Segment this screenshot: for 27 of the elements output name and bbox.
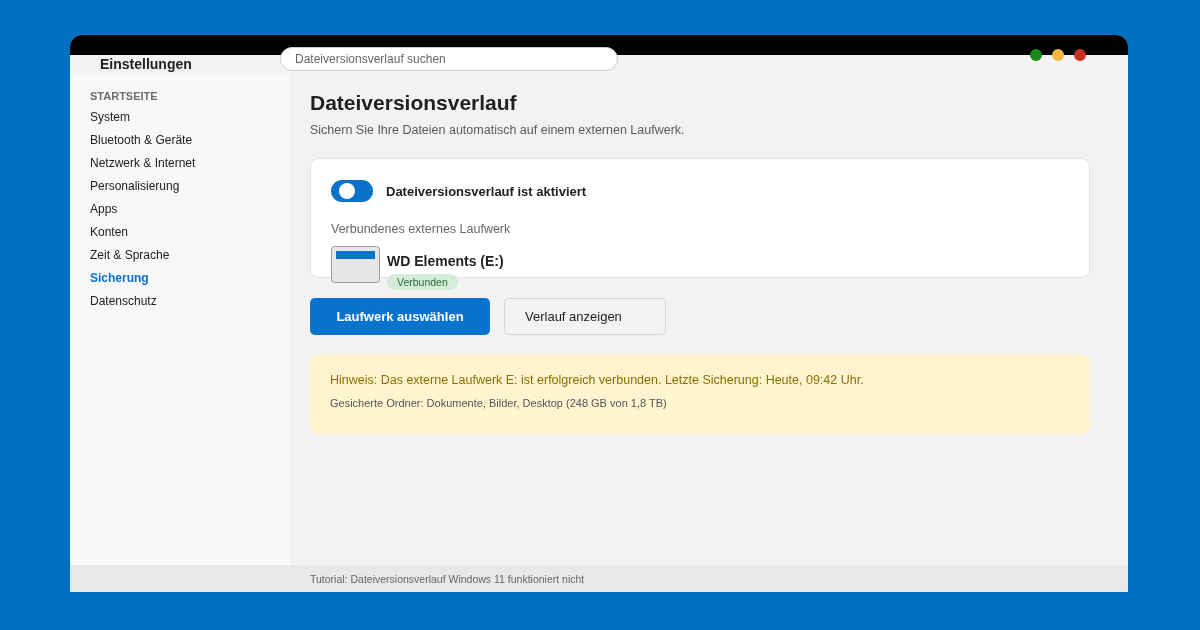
status-badge: Verbunden [387, 274, 458, 290]
notice-detail: Gesicherte Ordner: Dokumente, Bilder, Desktop (248 GB von 1,8 TB) [330, 397, 668, 409]
show-history-button[interactable]: Verlauf anzeigen [504, 298, 666, 335]
window-title: Einstellungen [99, 56, 193, 72]
toggle-switch[interactable] [331, 180, 373, 202]
sidebar-item[interactable]: Sicherung [90, 270, 149, 293]
window-control-dot[interactable] [1074, 49, 1086, 61]
sidebar-item[interactable]: Konten [90, 224, 129, 247]
drive-section-label: Verbundenes externes Laufwerk [331, 222, 512, 236]
page-title: Dateiversionsverlauf [310, 91, 518, 115]
toggle-label: Dateiversionsverlauf ist aktiviert [386, 183, 587, 199]
sidebar-item[interactable]: System [90, 109, 130, 132]
sidebar-item[interactable]: Personalisierung [90, 178, 180, 201]
sidebar-item[interactable]: Bluetooth & Geräte [90, 132, 193, 155]
window-control-dot[interactable] [1052, 49, 1064, 61]
sidebar-item[interactable]: Datenschutz [90, 293, 157, 316]
sidebar-heading: STARTSEITE [90, 90, 159, 102]
sidebar-item[interactable]: Netzwerk & Internet [90, 155, 196, 178]
window-control-dot[interactable] [1030, 49, 1042, 61]
select-drive-button[interactable]: Laufwerk auswählen [310, 298, 490, 335]
drive-name: WD Elements (E:) [387, 253, 504, 269]
page-subtitle: Sichern Sie Ihre Dateien automatisch auf einem externen Laufwerk. [310, 123, 686, 137]
sidebar-item[interactable]: Apps [90, 201, 118, 224]
status-bar-text: Tutorial: Dateiversionsverlauf Windows 11 funktioniert nicht [310, 572, 585, 585]
sidebar-item[interactable]: Zeit & Sprache [90, 247, 170, 270]
notice-text: Hinweis: Das externe Laufwerk E: ist erfolgreich verbunden. Letzte Sicherung: Heute, 09:42 Uhr. [330, 373, 865, 387]
search-field[interactable]: Dateiversionsverlauf suchen [280, 47, 618, 71]
